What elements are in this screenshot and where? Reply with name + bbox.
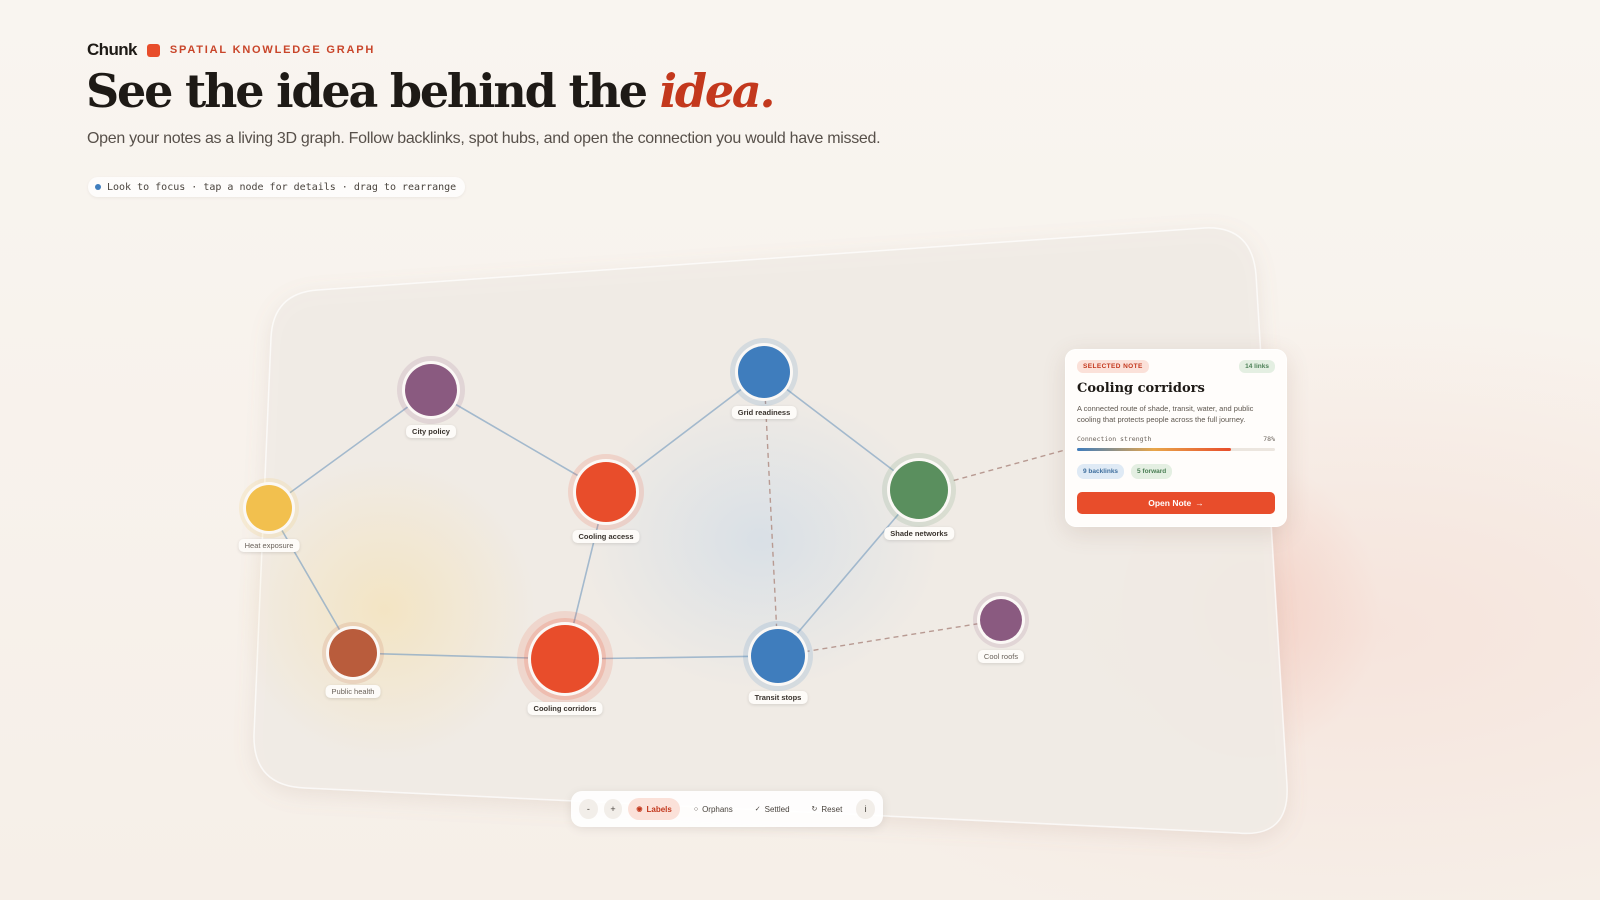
labels-toggle-label: Labels — [646, 804, 672, 814]
graph-toolbar: - + ◉ Labels ○ Orphans ✓ Settled ↻ Reset… — [571, 791, 883, 827]
zoom-in-button[interactable]: + — [603, 799, 623, 819]
graph-canvas[interactable] — [0, 0, 1600, 900]
connection-strength-value: 78% — [1263, 435, 1275, 443]
node-cooling-corridors[interactable] — [517, 611, 613, 707]
connection-strength-label: Connection strength — [1077, 435, 1152, 443]
reset-icon: ↻ — [811, 806, 818, 813]
node-label-cooling-corridors[interactable]: Cooling corridors — [527, 702, 603, 715]
info-button[interactable]: i — [856, 799, 875, 819]
settled-toggle-label: Settled — [764, 804, 790, 814]
node-label-transit-stops[interactable]: Transit stops — [748, 691, 808, 704]
orphans-toggle-label: Orphans — [702, 804, 733, 814]
node-label-shade-networks[interactable]: Shade networks — [884, 527, 954, 540]
selected-note-tag: SELECTED NOTE — [1077, 360, 1149, 373]
orphans-toggle[interactable]: ○ Orphans — [686, 798, 741, 820]
zoom-out-button[interactable]: - — [579, 799, 598, 819]
check-icon: ✓ — [754, 806, 761, 813]
open-note-button[interactable]: Open Note → — [1077, 492, 1275, 514]
reset-button[interactable]: ↻ Reset — [804, 798, 851, 820]
node-label-cool-roofs[interactable]: Cool roofs — [977, 650, 1025, 663]
forward-links-chip[interactable]: 5 forward — [1131, 464, 1173, 479]
links-count-badge: 14 links — [1239, 360, 1275, 373]
labels-dot-icon: ◉ — [636, 806, 643, 813]
node-label-city-policy[interactable]: City policy — [406, 425, 456, 438]
connection-strength-bar — [1077, 448, 1275, 451]
node-public-health[interactable] — [322, 622, 384, 684]
arrow-right-icon: → — [1195, 498, 1204, 508]
node-heat-exposure[interactable] — [239, 478, 299, 538]
node-label-cooling-access[interactable]: Cooling access — [572, 530, 640, 543]
reset-button-label: Reset — [821, 804, 843, 814]
node-cooling-access[interactable] — [568, 454, 644, 530]
node-grid-readiness[interactable] — [730, 338, 798, 406]
selected-note-card: SELECTED NOTE 14 links Cooling corridors… — [1065, 349, 1287, 527]
orphans-circle-icon: ○ — [693, 805, 699, 813]
node-cool-roofs[interactable] — [973, 592, 1029, 648]
node-label-heat-exposure[interactable]: Heat exposure — [238, 539, 300, 552]
node-label-public-health[interactable]: Public health — [325, 685, 381, 698]
node-transit-stops[interactable] — [743, 621, 813, 691]
open-note-label: Open Note — [1148, 498, 1192, 508]
node-city-policy[interactable] — [397, 356, 465, 424]
note-title: Cooling corridors — [1077, 381, 1205, 396]
labels-toggle[interactable]: ◉ Labels — [628, 798, 680, 820]
connection-strength-fill — [1077, 448, 1232, 451]
node-shade-networks[interactable] — [882, 453, 956, 527]
note-description: A connected route of shade, transit, wat… — [1077, 404, 1254, 424]
node-label-grid-readiness[interactable]: Grid readiness — [731, 406, 797, 419]
backlinks-chip[interactable]: 9 backlinks — [1077, 464, 1125, 479]
settled-toggle[interactable]: ✓ Settled — [747, 798, 798, 820]
